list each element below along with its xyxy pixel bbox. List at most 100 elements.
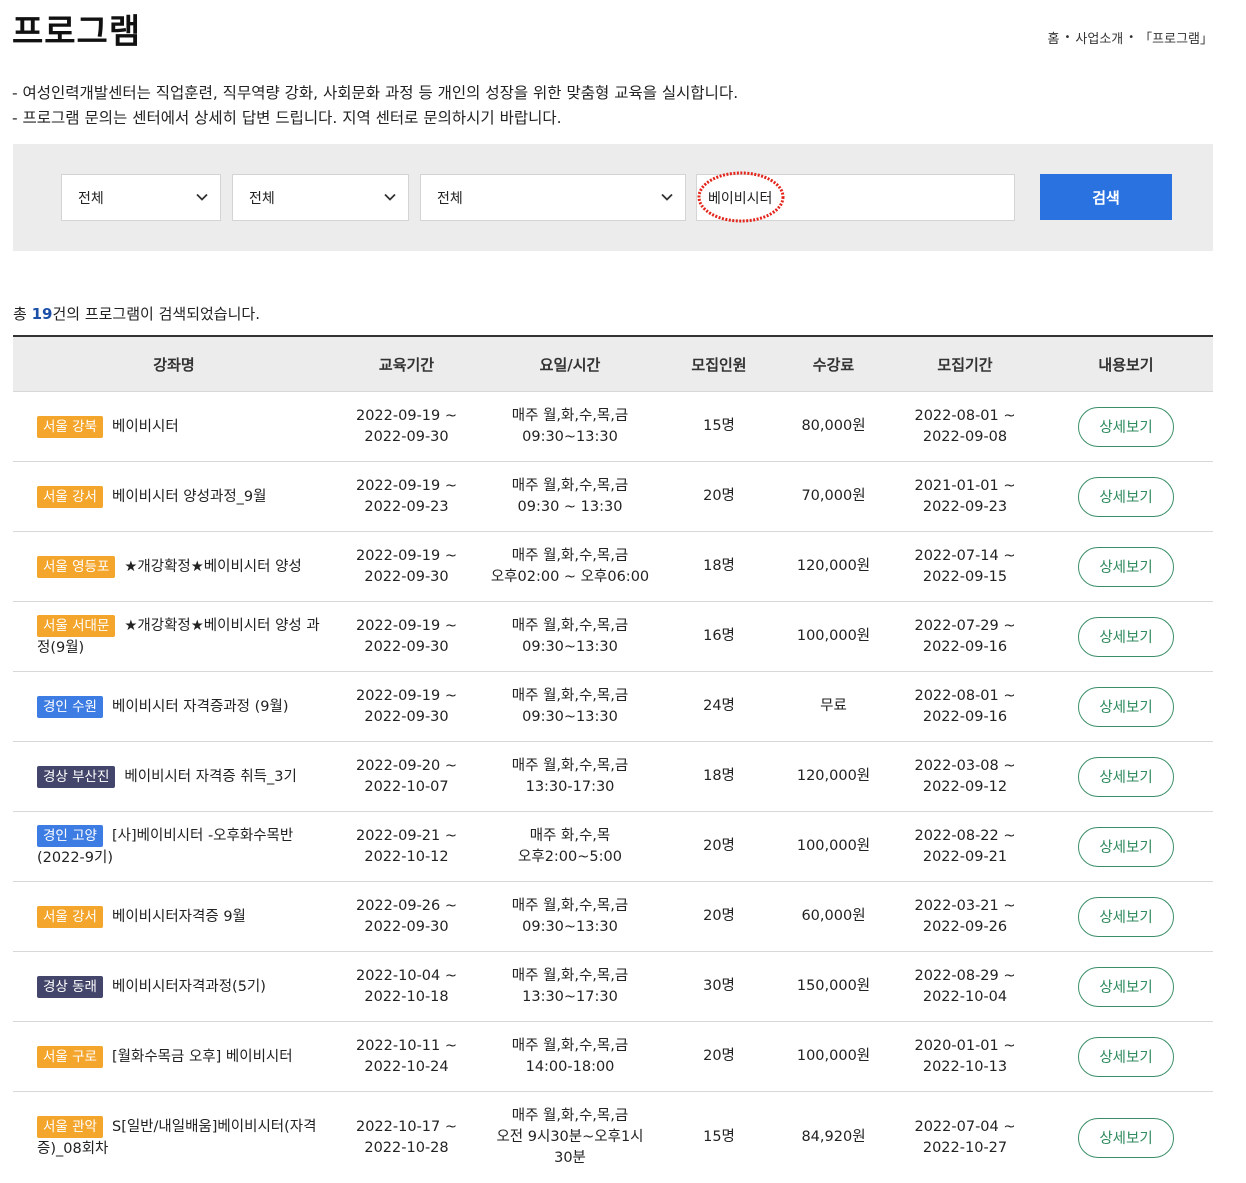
breadcrumb-section[interactable]: 사업소개 bbox=[1075, 28, 1123, 47]
recruit-period-cell-line: 2022-03-21 ~ bbox=[914, 897, 1016, 914]
course-name[interactable]: ★개강확정★베이비시터 양성 bbox=[124, 559, 301, 575]
recruit-period-cell: 2022-03-08 ~ 2022-09-12 bbox=[891, 742, 1039, 811]
course-name-wrapper: 서울 강서 베이비시터 양성과정_9월 bbox=[37, 485, 266, 508]
day-time-cell-line: 09:30~13:30 bbox=[522, 638, 618, 655]
edu-period-cell-line: 2022-10-12 bbox=[364, 848, 449, 865]
course-name-wrapper: 서울 구로 [월화수목금 오후] 베이비시터 bbox=[37, 1045, 293, 1068]
day-time-cell: 매주 월,화,수,목,금 09:30~13:30 bbox=[478, 672, 662, 741]
course-name[interactable]: [월화수목금 오후] 베이비시터 bbox=[112, 1049, 293, 1065]
view-cell: 상세보기 bbox=[1039, 742, 1213, 811]
day-time-cell: 매주 월,화,수,목,금 13:30~17:30 bbox=[478, 952, 662, 1021]
course-name[interactable]: 베이비시터 자격증 취득_3기 bbox=[124, 769, 296, 785]
course-name[interactable]: 베이비시터자격증 9월 bbox=[112, 909, 246, 925]
edu-period-cell-line: 2022-09-20 ~ bbox=[355, 757, 458, 774]
course-name-wrapper: 서울 영등포 ★개강확정★베이비시터 양성 bbox=[37, 555, 302, 578]
detail-view-button[interactable]: 상세보기 bbox=[1078, 406, 1174, 447]
edu-period-cell-line: 2022-09-19 ~ bbox=[355, 407, 458, 424]
header-view: 내용보기 bbox=[1098, 355, 1154, 374]
recruit-period-cell: 2022-07-04 ~ 2022-10-27 bbox=[891, 1092, 1039, 1183]
detail-view-button[interactable]: 상세보기 bbox=[1078, 826, 1174, 867]
edu-period-cell: 2022-09-19 ~ 2022-09-30 bbox=[335, 672, 478, 741]
day-time-cell-line: 09:30 ~ 13:30 bbox=[517, 498, 623, 515]
fee-cell: 100,000원 bbox=[796, 1048, 871, 1064]
course-name-cell: 서울 강북 베이비시터 bbox=[13, 392, 335, 461]
recruit-period-cell: 2022-08-22 ~ 2022-09-21 bbox=[891, 812, 1039, 881]
region-badge: 서울 구로 bbox=[37, 1045, 103, 1068]
region-badge: 서울 관악 bbox=[37, 1115, 103, 1138]
detail-view-button[interactable]: 상세보기 bbox=[1078, 476, 1174, 517]
recruit-period-cell-line: 2022-03-08 ~ bbox=[914, 757, 1016, 774]
detail-view-button[interactable]: 상세보기 bbox=[1078, 616, 1174, 657]
category-select[interactable]: 전체 bbox=[420, 174, 686, 221]
breadcrumb: 홈 • 사업소개 • 「프로그램」 bbox=[1048, 28, 1213, 47]
capacity-cell: 30명 bbox=[703, 978, 735, 994]
course-name-wrapper: 경인 수원 베이비시터 자격증과정 (9월) bbox=[37, 695, 289, 718]
region-badge: 서울 강서 bbox=[37, 485, 103, 508]
course-name[interactable]: 베이비시터 자격증과정 (9월) bbox=[112, 699, 289, 715]
region-badge: 서울 강북 bbox=[37, 415, 103, 438]
course-name[interactable]: 베이비시터자격과정(5기) bbox=[112, 979, 266, 995]
course-name-cell: 경상 부산진 베이비시터 자격증 취득_3기 bbox=[13, 742, 335, 811]
region-select-value: 전체 bbox=[78, 190, 104, 207]
recruit-period-cell-line: 2022-07-04 ~ bbox=[914, 1118, 1016, 1135]
fee-cell: 무료 bbox=[820, 698, 847, 714]
edu-period-cell-line: 2022-09-30 bbox=[364, 428, 449, 445]
day-time-cell-line: 매주 월,화,수,목,금 bbox=[511, 967, 629, 984]
breadcrumb-home[interactable]: 홈 bbox=[1048, 28, 1060, 47]
table-row: 서울 강서 베이비시터 양성과정_9월 2022-09-19 ~ 2022-09-23… bbox=[13, 462, 1213, 532]
keyword-input-value: 베이비시터 bbox=[708, 190, 773, 207]
detail-view-button[interactable]: 상세보기 bbox=[1078, 966, 1174, 1007]
header-fee: 수강료 bbox=[812, 355, 855, 374]
breadcrumb-separator: • bbox=[1064, 32, 1071, 43]
recruit-period-cell: 2022-07-29 ~ 2022-09-16 bbox=[891, 602, 1039, 671]
course-name-wrapper: 경상 부산진 베이비시터 자격증 취득_3기 bbox=[37, 765, 297, 788]
course-name-cell: 서울 서대문 ★개강확정★베이비시터 양성 과정(9월) bbox=[13, 602, 335, 671]
table-row: 서울 강북 베이비시터 2022-09-19 ~ 2022-09-30 매주 월,화,수… bbox=[13, 392, 1213, 462]
intro-line: - 프로그램 문의는 센터에서 상세히 답변 드립니다. 지역 센터로 문의하시… bbox=[12, 109, 562, 127]
detail-view-button[interactable]: 상세보기 bbox=[1078, 546, 1174, 587]
center-select-value: 전체 bbox=[249, 190, 275, 207]
chevron-down-icon bbox=[384, 193, 396, 201]
region-select[interactable]: 전체 bbox=[61, 174, 221, 221]
detail-view-button[interactable]: 상세보기 bbox=[1078, 1036, 1174, 1077]
search-button[interactable]: 검색 bbox=[1040, 174, 1172, 220]
recruit-period-cell-line: 2022-10-13 bbox=[922, 1058, 1008, 1075]
day-time-cell-line: 매주 월,화,수,목,금 bbox=[511, 1037, 629, 1054]
course-name-wrapper: 서울 강북 베이비시터 bbox=[37, 415, 179, 438]
detail-view-button[interactable]: 상세보기 bbox=[1078, 1117, 1174, 1158]
edu-period-cell-line: 2022-10-17 ~ bbox=[355, 1118, 458, 1135]
region-badge: 서울 강서 bbox=[37, 905, 103, 928]
chevron-down-icon bbox=[661, 193, 673, 201]
day-time-cell-line: 14:00-18:00 bbox=[525, 1058, 615, 1075]
program-table: 강좌명 교육기간 요일/시간 모집인원 수강료 모집기간 내용보기 서울 강북 베… bbox=[13, 335, 1213, 1183]
recruit-period-cell-line: 2022-09-15 bbox=[922, 568, 1008, 585]
capacity-cell: 20명 bbox=[703, 1048, 735, 1064]
detail-view-button[interactable]: 상세보기 bbox=[1078, 896, 1174, 937]
day-time-cell-line: 매주 월,화,수,목,금 bbox=[511, 477, 629, 494]
result-count-number: 19 bbox=[31, 305, 53, 323]
result-count: 총 19건의 프로그램이 검색되었습니다. bbox=[13, 303, 260, 324]
view-cell: 상세보기 bbox=[1039, 672, 1213, 741]
edu-period-cell-line: 2022-09-30 bbox=[364, 918, 449, 935]
recruit-period-cell-line: 2022-07-29 ~ bbox=[914, 617, 1016, 634]
fee-cell: 100,000원 bbox=[796, 628, 871, 644]
detail-view-button[interactable]: 상세보기 bbox=[1078, 686, 1174, 727]
table-row: 경인 수원 베이비시터 자격증과정 (9월) 2022-09-19 ~2022-09… bbox=[13, 672, 1213, 742]
day-time-cell-line: 09:30~13:30 bbox=[522, 918, 618, 935]
view-cell: 상세보기 bbox=[1039, 1022, 1213, 1091]
day-time-cell: 매주 월,화,수,목,금 09:30~13:30 bbox=[478, 882, 662, 951]
keyword-input[interactable]: 베이비시터 bbox=[696, 174, 1015, 221]
capacity-cell: 20명 bbox=[703, 838, 735, 854]
header-course-name: 강좌명 bbox=[153, 355, 195, 374]
header-capacity: 모집인원 bbox=[691, 355, 747, 374]
course-name[interactable]: 베이비시터 bbox=[112, 419, 179, 435]
detail-view-button[interactable]: 상세보기 bbox=[1078, 756, 1174, 797]
breadcrumb-current: 「프로그램」 bbox=[1139, 32, 1213, 47]
course-name[interactable]: 베이비시터 양성과정_9월 bbox=[112, 489, 266, 505]
center-select[interactable]: 전체 bbox=[232, 174, 409, 221]
recruit-period-cell: 2022-08-01 ~ 2022-09-08 bbox=[891, 392, 1039, 461]
day-time-cell: 매주 월,화,수,목,금 09:30~13:30 bbox=[478, 392, 662, 461]
view-cell: 상세보기 bbox=[1039, 1092, 1213, 1183]
table-row: 경상 부산진 베이비시터 자격증 취득_3기 2022-09-20 ~ 2022-10… bbox=[13, 742, 1213, 812]
day-time-cell-line: 오후2:00~5:00 bbox=[518, 848, 622, 865]
